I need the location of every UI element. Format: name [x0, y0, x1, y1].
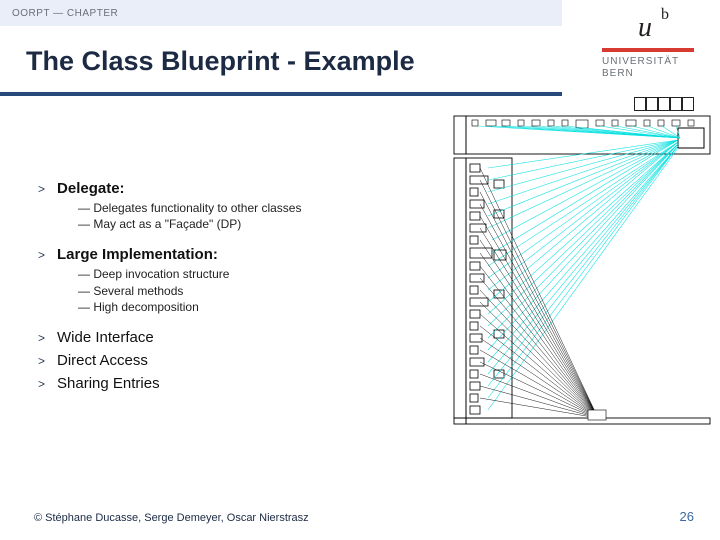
sub-bullet: Several methods — [78, 283, 398, 299]
mini-box — [670, 97, 682, 111]
bullet-marker: > — [38, 331, 45, 345]
sub-bullet: Delegates functionality to other classes — [78, 200, 398, 216]
sub-bullet: High decomposition — [78, 299, 398, 315]
bullet-label: Delegate: — [57, 180, 125, 197]
class-blueprint-diagram — [448, 110, 716, 428]
page-number: 26 — [680, 509, 694, 524]
page-title: The Class Blueprint - Example — [26, 46, 415, 77]
footer: © Stéphane Ducasse, Serge Demeyer, Oscar… — [34, 509, 694, 524]
header-tag: OORPT — CHAPTER — [12, 8, 118, 19]
header-bar: OORPT — CHAPTER — [0, 0, 562, 26]
bullet-sharing-entries: > Sharing Entries — [38, 375, 398, 392]
bullet-wide-interface: > Wide Interface — [38, 329, 398, 346]
title-rule — [0, 92, 562, 96]
bullet-marker: > — [38, 182, 45, 196]
slide: OORPT — CHAPTER The Class Blueprint - Ex… — [0, 0, 720, 540]
sub-bullet: May act as a "Façade" (DP) — [78, 216, 398, 232]
mini-box — [682, 97, 694, 111]
logo-b-glyph: b — [661, 6, 669, 24]
sub-bullet: Deep invocation structure — [78, 266, 398, 282]
mini-box — [634, 97, 646, 111]
logo-u-glyph: u — [638, 12, 652, 44]
mini-box — [658, 97, 670, 111]
bullet-marker: > — [38, 354, 45, 368]
bullet-marker: > — [38, 377, 45, 391]
university-logo: u b UNIVERSITÄT BERN — [602, 6, 694, 92]
copyright: © Stéphane Ducasse, Serge Demeyer, Oscar… — [34, 512, 309, 524]
content-list: > Delegate: Delegates functionality to o… — [38, 180, 398, 398]
bullet-label: Direct Access — [57, 352, 148, 369]
mini-box — [646, 97, 658, 111]
bullet-marker: > — [38, 248, 45, 262]
bullet-label: Large Implementation: — [57, 246, 218, 263]
bullet-delegate: > Delegate: Delegates functionality to o… — [38, 180, 398, 232]
mini-box-row — [634, 97, 694, 111]
title-bar: The Class Blueprint - Example — [0, 26, 562, 96]
bullet-direct-access: > Direct Access — [38, 352, 398, 369]
bullet-large-impl: > Large Implementation: Deep invocation … — [38, 246, 398, 315]
bullet-label: Sharing Entries — [57, 375, 160, 392]
logo-text-2: BERN — [602, 68, 634, 79]
bullet-label: Wide Interface — [57, 329, 154, 346]
logo-red-bar — [602, 48, 694, 52]
logo-text-1: UNIVERSITÄT — [602, 56, 679, 67]
